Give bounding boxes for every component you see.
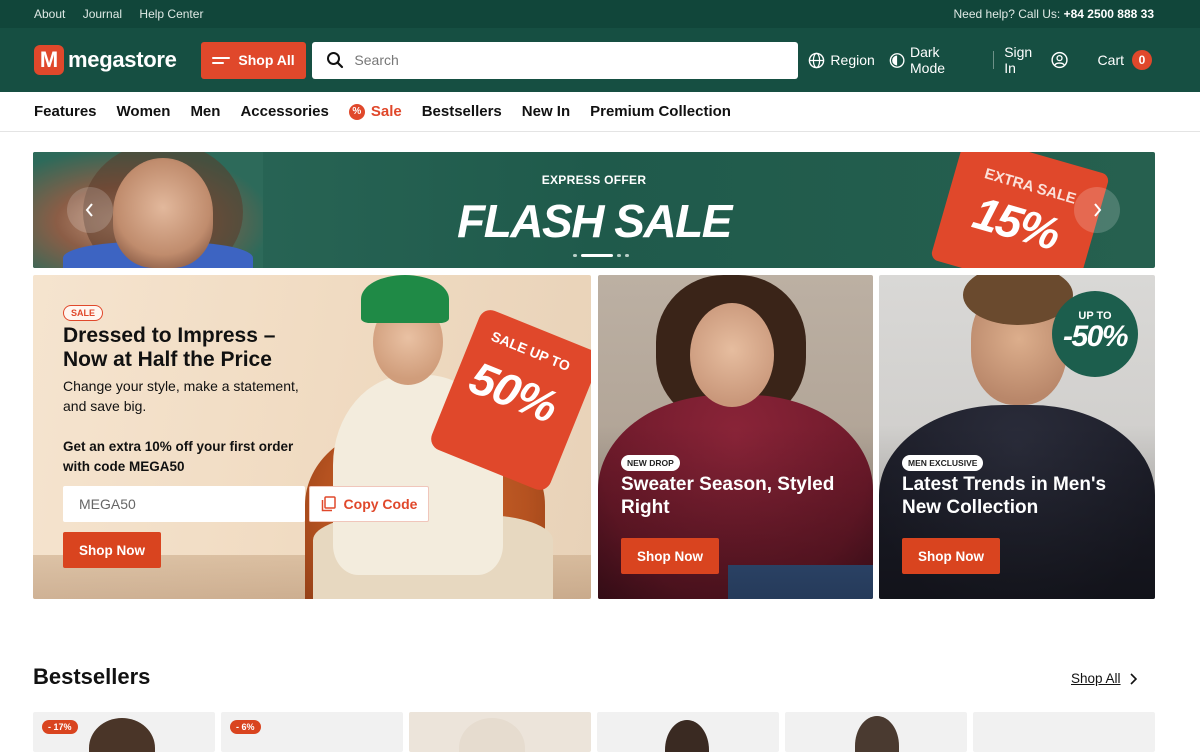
carousel-prev-button[interactable] [67, 187, 113, 233]
product-card[interactable] [973, 712, 1155, 752]
nav-bestsellers[interactable]: Bestsellers [422, 103, 502, 120]
product-image [855, 716, 899, 752]
phone-number[interactable]: +84 2500 888 33 [1064, 7, 1154, 21]
about-link[interactable]: About [34, 7, 65, 21]
product-card[interactable] [409, 712, 591, 752]
discount-circle-value: -50% [1062, 320, 1129, 353]
carousel-indicator[interactable] [571, 254, 631, 257]
promo-subtitle: Change your style, make a statement, and… [63, 378, 299, 414]
nav-premium-collection[interactable]: Premium Collection [590, 103, 731, 120]
region-label: Region [830, 52, 875, 68]
carousel-dot[interactable] [573, 254, 577, 257]
flash-title: FLASH SALE [457, 195, 732, 247]
chevron-left-icon [85, 203, 93, 217]
header-divider [993, 51, 995, 69]
bestsellers-heading: Bestsellers [33, 664, 151, 689]
sale-badge: SALE [63, 305, 104, 321]
sign-in-label: Sign In [1004, 44, 1033, 76]
cart-count-badge: 0 [1132, 50, 1152, 70]
nav-men[interactable]: Men [190, 103, 220, 120]
region-selector[interactable]: Region [808, 52, 875, 69]
product-image [89, 718, 155, 752]
header-actions: Region Dark Mode Sign In Cart 0 [808, 44, 1166, 76]
globe-icon [809, 52, 825, 68]
search-input[interactable] [354, 52, 785, 68]
product-card[interactable]: - 17% [33, 712, 215, 752]
copy-code-label: Copy Code [343, 496, 418, 512]
men-exclusive-badge: MEN EXCLUSIVE [902, 455, 984, 471]
journal-link[interactable]: Journal [83, 7, 122, 21]
search-icon [327, 52, 344, 69]
chevron-right-icon [1129, 672, 1137, 685]
shop-all-button[interactable]: Shop All [200, 41, 307, 79]
copy-code-button[interactable]: Copy Code [309, 486, 429, 522]
discount-badge: - 17% [42, 720, 78, 734]
help-prefix: Need help? Call Us: [953, 7, 1064, 21]
menu-icon [212, 54, 231, 67]
sweater-card-title: Sweater Season, Styled Right [621, 474, 835, 518]
nav-women[interactable]: Women [117, 103, 171, 120]
nav-sale[interactable]: % Sale [348, 103, 402, 120]
discount-circle: UP TO -50% [1052, 291, 1138, 377]
promo-code-field[interactable] [63, 486, 305, 522]
copy-icon [321, 496, 336, 512]
main-header: M megastore Shop All Region Dark Mode Si… [0, 28, 1200, 92]
sweater-season-card[interactable]: NEW DROP Sweater Season, Styled Right Sh… [598, 275, 873, 599]
bestsellers-shop-all-link[interactable]: Shop All [1071, 671, 1137, 686]
dark-mode-label: Dark Mode [910, 44, 946, 76]
product-image [665, 720, 709, 752]
carousel-dot-active[interactable] [581, 254, 613, 257]
carousel-next-button[interactable] [1074, 187, 1120, 233]
promo-extra-offer: Get an extra 10% off your first order wi… [63, 439, 294, 474]
product-card[interactable]: - 6% [221, 712, 403, 752]
cart-button[interactable]: Cart 0 [1098, 50, 1152, 70]
contrast-icon [889, 52, 905, 68]
help-line: Need help? Call Us: +84 2500 888 33 [954, 7, 1154, 21]
carousel-dot[interactable] [625, 254, 629, 257]
new-drop-badge: NEW DROP [621, 455, 680, 471]
promo-photo-cap [361, 275, 449, 323]
logo-mark-icon: M [34, 45, 64, 75]
card-photo-face [690, 303, 774, 407]
chevron-right-icon [1094, 203, 1102, 217]
flash-eyebrow: EXPRESS OFFER [541, 173, 647, 187]
nav-sale-label: Sale [370, 103, 402, 120]
nav-accessories[interactable]: Accessories [240, 103, 328, 120]
product-card[interactable] [597, 712, 779, 752]
product-image [459, 718, 525, 752]
dark-mode-toggle[interactable]: Dark Mode [889, 44, 975, 76]
logo-text: megastore [68, 47, 177, 72]
search-bar[interactable] [312, 41, 799, 79]
bestsellers-shop-all-label: Shop All [1071, 671, 1121, 686]
shop-all-label: Shop All [238, 52, 295, 68]
bestsellers-grid: - 17% - 6% [33, 712, 1155, 752]
promo-title: Dressed to Impress – Now at Half the Pri… [63, 324, 276, 371]
shop-now-button[interactable]: Shop Now [63, 532, 161, 568]
men-shop-now-button[interactable]: Shop Now [902, 538, 1000, 574]
utility-links: About Journal Help Center [34, 7, 217, 21]
sign-in-button[interactable]: Sign In [1004, 44, 1073, 76]
cart-label: Cart [1097, 52, 1124, 68]
discount-badge: - 6% [230, 720, 261, 734]
category-nav: Features Women Men Accessories % Sale Be… [0, 92, 1200, 132]
product-card[interactable] [785, 712, 967, 752]
user-icon [1051, 51, 1069, 69]
sweater-shop-now-button[interactable]: Shop Now [621, 538, 719, 574]
nav-features[interactable]: Features [34, 103, 97, 120]
half-price-promo: SALE UP TO 50% SALE Dressed to Impress –… [33, 275, 591, 599]
nav-new-in[interactable]: New In [522, 103, 570, 120]
percent-icon: % [348, 103, 365, 120]
men-card-title: Latest Trends in Men's New Collection [902, 474, 1107, 518]
men-collection-card[interactable]: UP TO -50% MEN EXCLUSIVE Latest Trends i… [879, 275, 1155, 599]
help-center-link[interactable]: Help Center [139, 7, 203, 21]
flash-sale-banner[interactable]: EXTRA SALE 15% EXPRESS OFFER FLASH SALE [33, 152, 1155, 268]
logo[interactable]: M megastore [34, 45, 201, 75]
utility-bar: About Journal Help Center Need help? Cal… [0, 0, 1200, 28]
carousel-dot[interactable] [617, 254, 621, 257]
